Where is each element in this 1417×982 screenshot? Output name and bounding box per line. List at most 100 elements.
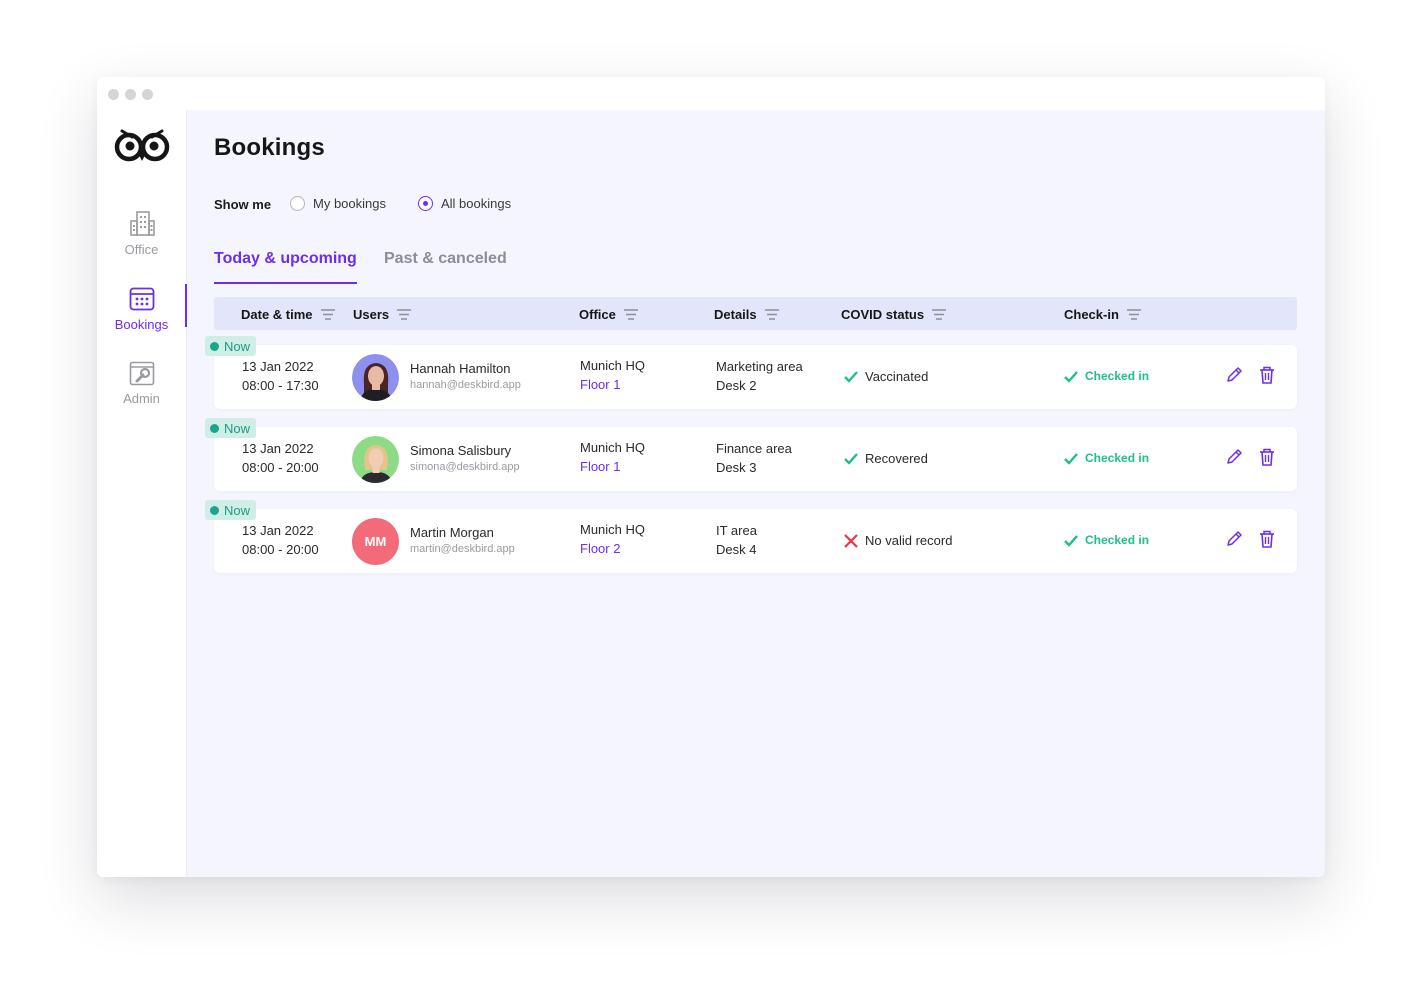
main-content: Bookings Show me My bookings All booking… [187,110,1325,877]
covid-status-cell: Vaccinated [844,367,928,386]
details-cell: Marketing area Desk 2 [716,357,803,395]
delete-trash-icon[interactable] [1259,530,1275,548]
area-name: Marketing area [716,359,803,374]
desk-name: Desk 4 [716,542,757,557]
delete-trash-icon[interactable] [1259,366,1275,384]
edit-pencil-icon[interactable] [1226,448,1243,465]
column-header-covid-status[interactable]: COVID status [841,307,947,322]
desk-name: Desk 3 [716,460,757,475]
sidebar-item-label: Office [124,242,159,257]
booking-date: 13 Jan 2022 [242,523,314,538]
booking-time: 08:00 - 20:00 [242,460,319,475]
column-header-label: Check-in [1064,307,1119,322]
filter-icon[interactable] [320,309,335,320]
checkin-status-cell: Checked in [1064,449,1149,468]
office-cell: Munich HQ Floor 1 [580,356,645,394]
sidebar-item-office[interactable]: Office [97,210,186,259]
show-me-label: Show me [214,197,272,212]
office-name: Munich HQ [580,440,646,455]
area-name: IT area [716,523,757,538]
calendar-icon [129,287,154,311]
live-dot-icon [210,505,219,515]
avatar [352,436,399,483]
tab-past-canceled[interactable]: Past & canceled [384,250,507,268]
table-row[interactable]: 13 Jan 2022 08:00 - 17:30 Hannah Hamilton… [214,345,1297,409]
window-dot-close[interactable] [108,89,119,100]
check-icon [1064,534,1078,547]
office-cell: Munich HQ Floor 2 [580,520,645,558]
column-header-users[interactable]: Users [353,307,412,322]
filter-icon[interactable] [623,309,638,320]
column-header-label: Details [714,307,757,322]
check-icon [1064,452,1078,465]
radio-label: My bookings [313,196,386,211]
radio-my-bookings[interactable]: My bookings [290,196,386,211]
page-title: Bookings [214,134,325,161]
window-dot-minimize[interactable] [125,89,136,100]
sidebar-item-label: Bookings [114,317,169,332]
filter-icon[interactable] [1126,309,1141,320]
column-header-office[interactable]: Office [579,307,638,322]
table-row[interactable]: 13 Jan 2022 08:00 - 20:00 Simona Salisbur… [214,427,1297,491]
filter-icon[interactable] [764,309,779,320]
active-tab-underline [214,282,357,284]
radio-all-bookings[interactable]: All bookings [418,196,511,211]
column-header-label: Users [353,307,390,322]
floor-link[interactable]: Floor 1 [580,459,620,474]
booking-date: 13 Jan 2022 [242,441,314,456]
radio-circle[interactable] [418,196,433,211]
filter-icon[interactable] [932,309,947,320]
booking-date: 13 Jan 2022 [242,359,314,374]
floor-link[interactable]: Floor 2 [580,541,620,556]
office-name: Munich HQ [580,358,646,373]
user-photo-icon [352,436,399,483]
badge-label: Now [224,420,251,436]
column-header-date-time[interactable]: Date & time [241,307,335,322]
user-cell: Simona Salisbury simona@deskbird.app [410,441,520,475]
radio-circle[interactable] [290,196,305,211]
now-badge: Now [205,336,257,356]
live-dot-icon [210,341,219,351]
column-header-details[interactable]: Details [714,307,779,322]
column-header-check-in[interactable]: Check-in [1064,307,1141,322]
edit-pencil-icon[interactable] [1226,530,1243,547]
checkin-status-cell: Checked in [1064,531,1149,550]
filter-icon[interactable] [397,309,412,320]
booking-date-cell: 13 Jan 2022 08:00 - 17:30 [242,357,319,395]
cross-icon [844,533,858,548]
checkin-status-text: Checked in [1085,533,1150,547]
checkin-status-text: Checked in [1085,369,1150,383]
user-cell: Hannah Hamilton hannah@deskbird.app [410,359,521,393]
radio-label: All bookings [441,196,512,211]
user-email: hannah@deskbird.app [410,379,521,391]
booking-date-cell: 13 Jan 2022 08:00 - 20:00 [242,439,319,477]
avatar [352,354,399,401]
edit-pencil-icon[interactable] [1226,366,1243,383]
check-icon [844,452,858,465]
table-row[interactable]: 13 Jan 2022 08:00 - 20:00 MM Martin Morga… [214,509,1297,573]
user-email: simona@deskbird.app [410,461,520,473]
checkin-status-cell: Checked in [1064,367,1149,386]
details-cell: IT area Desk 4 [716,521,757,559]
desk-name: Desk 2 [716,378,757,393]
sidebar-item-admin[interactable]: Admin [97,361,186,408]
delete-trash-icon[interactable] [1259,448,1275,466]
tab-today-upcoming[interactable]: Today & upcoming [214,250,357,268]
user-name: Hannah Hamilton [410,361,511,376]
deskbird-owl-logo-icon[interactable] [112,122,172,166]
window-dot-maximize[interactable] [142,89,153,100]
now-badge: Now [205,418,257,438]
user-cell: Martin Morgan martin@deskbird.app [410,523,515,557]
admin-wrench-icon [129,361,154,386]
covid-status-text: Vaccinated [865,369,929,384]
live-dot-icon [210,423,219,433]
floor-link[interactable]: Floor 1 [580,377,620,392]
user-photo-icon [352,354,399,401]
booking-time: 08:00 - 17:30 [242,378,319,393]
area-name: Finance area [716,441,792,456]
app-window: Office Bookings Admin Bookings Show me M… [97,77,1325,877]
check-icon [1064,370,1078,383]
avatar: MM [352,518,399,565]
sidebar-item-bookings[interactable]: Bookings [97,286,186,334]
user-name: Martin Morgan [410,525,494,540]
